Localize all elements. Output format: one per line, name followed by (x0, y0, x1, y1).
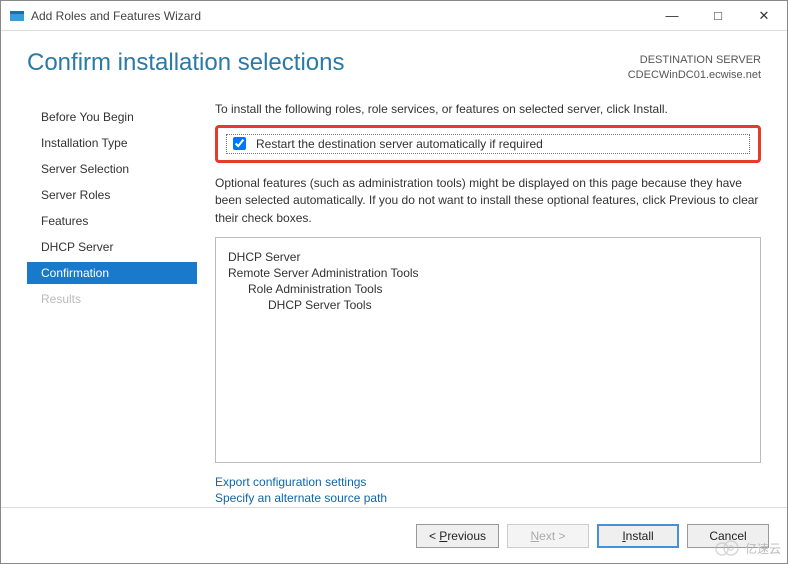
minimize-button[interactable]: — (649, 1, 695, 30)
destination-server-box: DESTINATION SERVER CDECWinDC01.ecwise.ne… (628, 53, 761, 84)
maximize-button[interactable]: □ (695, 1, 741, 30)
alternate-source-link[interactable]: Specify an alternate source path (215, 491, 387, 505)
role-item: Remote Server Administration Tools (228, 266, 748, 280)
instruction-text: To install the following roles, role ser… (215, 102, 761, 116)
sidebar-item-before-you-begin[interactable]: Before You Begin (27, 106, 197, 128)
restart-checkbox[interactable] (233, 137, 246, 150)
role-item: DHCP Server Tools (268, 298, 748, 312)
wizard-window: Add Roles and Features Wizard — □ ✕ Conf… (0, 0, 788, 564)
restart-checkbox-row[interactable]: Restart the destination server automatic… (226, 134, 750, 154)
optional-features-text: Optional features (such as administratio… (215, 175, 761, 227)
restart-highlight: Restart the destination server automatic… (215, 125, 761, 163)
destination-label: DESTINATION SERVER (628, 53, 761, 68)
content-pane: To install the following roles, role ser… (197, 94, 761, 507)
page-title: Confirm installation selections (27, 49, 344, 77)
sidebar-item-dhcp-server[interactable]: DHCP Server (27, 236, 197, 258)
sidebar-item-confirmation[interactable]: Confirmation (27, 262, 197, 284)
roles-list: DHCP Server Remote Server Administration… (215, 237, 761, 463)
wizard-sidebar: Before You Begin Installation Type Serve… (27, 94, 197, 507)
export-config-link[interactable]: Export configuration settings (215, 475, 366, 489)
sidebar-item-results: Results (27, 288, 197, 310)
next-button: Next > (507, 524, 589, 548)
sidebar-item-installation-type[interactable]: Installation Type (27, 132, 197, 154)
links-area: Export configuration settings Specify an… (215, 473, 761, 507)
window-title: Add Roles and Features Wizard (31, 9, 649, 23)
close-button[interactable]: ✕ (741, 1, 787, 30)
cancel-button[interactable]: Cancel (687, 524, 769, 548)
footer: < Previous Next > Install Cancel (1, 507, 787, 563)
sidebar-item-server-roles[interactable]: Server Roles (27, 184, 197, 206)
app-icon (9, 8, 25, 24)
sidebar-item-server-selection[interactable]: Server Selection (27, 158, 197, 180)
body: Before You Begin Installation Type Serve… (1, 94, 787, 507)
sidebar-item-features[interactable]: Features (27, 210, 197, 232)
window-controls: — □ ✕ (649, 1, 787, 30)
titlebar: Add Roles and Features Wizard — □ ✕ (1, 1, 787, 31)
install-button[interactable]: Install (597, 524, 679, 548)
restart-checkbox-label: Restart the destination server automatic… (256, 137, 543, 151)
role-item: DHCP Server (228, 250, 748, 264)
previous-button[interactable]: < Previous (416, 524, 499, 548)
role-item: Role Administration Tools (248, 282, 748, 296)
header: Confirm installation selections DESTINAT… (1, 31, 787, 94)
destination-value: CDECWinDC01.ecwise.net (628, 68, 761, 83)
